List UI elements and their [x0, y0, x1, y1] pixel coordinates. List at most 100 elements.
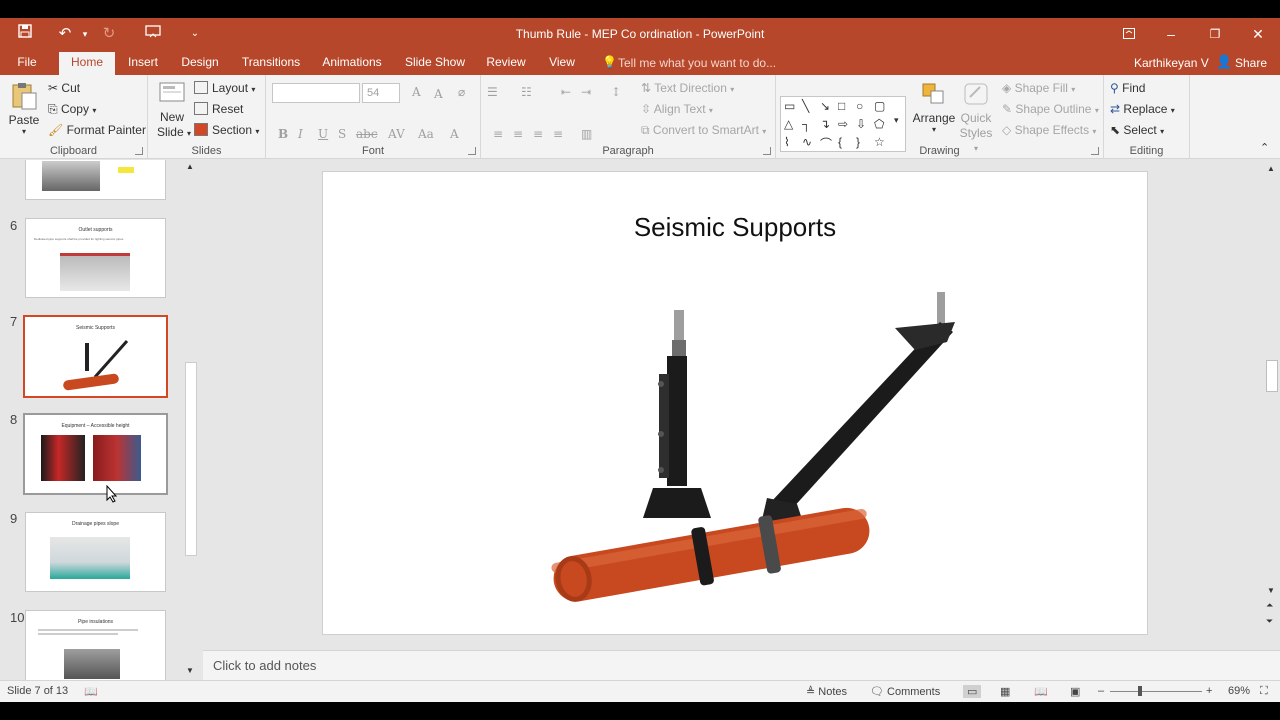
tab-insert[interactable]: Insert — [122, 54, 164, 75]
scroll-down-icon[interactable]: ▼ — [186, 666, 194, 675]
slide-thumbnail-selected[interactable]: Seismic Supports — [23, 315, 168, 398]
close-icon[interactable]: ✕ — [1243, 24, 1273, 44]
slide-thumbnail[interactable]: Equipment – Accessible height — [23, 413, 168, 495]
clear-formatting-icon[interactable]: ⌀ — [458, 85, 465, 99]
scrollbar-thumb[interactable] — [1266, 360, 1278, 392]
dialog-launcher-icon[interactable] — [1091, 147, 1099, 155]
pentagon-shape-icon[interactable]: ⬠ — [874, 117, 884, 131]
notes-pane[interactable]: Click to add notes — [203, 650, 1280, 680]
tab-slide-show[interactable]: Slide Show — [400, 54, 470, 75]
align-center-icon[interactable]: ≡ — [513, 127, 523, 141]
bold-icon[interactable]: B — [278, 127, 288, 141]
gallery-more-icon[interactable]: ▾ — [894, 115, 899, 126]
select-button[interactable]: ⬉ Select ▾ — [1110, 123, 1164, 137]
justify-icon[interactable]: ≡ — [553, 127, 563, 141]
textbox-shape-icon[interactable]: ▭ — [784, 99, 795, 113]
paste-button[interactable]: Paste ▾ — [6, 79, 42, 141]
section-button[interactable]: Section ▾ — [194, 123, 259, 137]
grow-font-icon[interactable]: A — [412, 85, 421, 99]
shrink-font-icon[interactable]: A — [434, 87, 443, 101]
reading-view-icon[interactable]: 📖 — [1034, 685, 1048, 698]
replace-button[interactable]: ⇄ Replace ▾ — [1110, 102, 1175, 116]
new-slide-button[interactable]: New Slide ▾ — [154, 79, 191, 145]
format-painter-button[interactable]: 🖌 Format Painter — [48, 123, 146, 137]
italic-icon[interactable]: I — [298, 127, 303, 141]
find-button[interactable]: ⚲ Find — [1110, 81, 1145, 95]
tell-me-box[interactable]: Tell me what you want to do... — [618, 56, 776, 70]
spell-check-icon[interactable]: 📖 — [84, 685, 98, 698]
zoom-slider-thumb[interactable] — [1138, 686, 1142, 696]
shapes-gallery[interactable]: ▭ ╲ ↘ □ ○ ▢ △ ┐ ↴ ⇨ ⇩ ⬠ ⌇ ∿ ⌒ { } ☆ ▾ — [780, 96, 906, 152]
scroll-up-icon[interactable]: ▲ — [1267, 164, 1275, 173]
notes-button[interactable]: ≜ Notes — [806, 685, 847, 698]
normal-view-icon[interactable]: ▭ — [963, 685, 982, 698]
slide-thumbnail[interactable]: Pipe insulations — [25, 610, 166, 680]
copy-button[interactable]: ⎘ Copy ▾ — [48, 102, 96, 117]
slide-thumbnail[interactable]: Drainage pipes slope — [25, 512, 166, 592]
layout-button[interactable]: Layout ▾ — [194, 81, 255, 95]
ribbon-display-icon[interactable] — [1114, 24, 1144, 44]
numbering-icon[interactable]: ☷ — [521, 85, 532, 99]
scroll-up-icon[interactable]: ▲ — [186, 162, 194, 171]
rounded-rect-shape-icon[interactable]: ▢ — [874, 99, 885, 113]
tab-transitions[interactable]: Transitions — [238, 54, 304, 75]
previous-slide-icon[interactable]: ⏶ — [1266, 600, 1273, 611]
zoom-level[interactable]: 69% — [1228, 685, 1250, 697]
line-spacing-icon[interactable]: ↕ — [611, 85, 621, 99]
down-arrow-shape-icon[interactable]: ⇩ — [856, 117, 866, 131]
increase-indent-icon[interactable]: ⇥ — [581, 85, 591, 99]
seismic-support-image[interactable] — [535, 288, 965, 608]
change-case-icon[interactable]: Aa — [418, 127, 434, 141]
shadow-icon[interactable]: S — [338, 127, 346, 141]
arrow-shape-icon[interactable]: ↘ — [820, 99, 830, 113]
slideshow-view-icon[interactable]: ▣ — [1070, 685, 1080, 698]
minimize-icon[interactable]: – — [1156, 24, 1186, 44]
convert-smartart-button[interactable]: ⧉ Convert to SmartArt ▾ — [641, 123, 766, 138]
rectangle-shape-icon[interactable]: □ — [838, 99, 845, 113]
next-slide-icon[interactable]: ⏷ — [1266, 616, 1273, 627]
tab-file[interactable]: File — [10, 54, 44, 75]
tab-animations[interactable]: Animations — [318, 54, 386, 75]
bullets-icon[interactable]: ☰ — [487, 85, 498, 99]
tab-home[interactable]: Home — [59, 52, 115, 75]
elbow-connector-icon[interactable]: ┐ — [802, 117, 811, 131]
scroll-down-icon[interactable]: ▼ — [1267, 586, 1275, 595]
right-arrow-shape-icon[interactable]: ⇨ — [838, 117, 848, 131]
quick-styles-button[interactable]: Quick Styles ▾ — [956, 79, 996, 153]
tab-review[interactable]: Review — [482, 54, 530, 75]
restore-icon[interactable]: ❐ — [1200, 24, 1230, 44]
slide-sorter-icon[interactable]: ▦ — [1000, 685, 1010, 698]
slide-scrollbar[interactable]: ▲ ▼ ⏶ ⏷ — [1264, 160, 1280, 650]
strikethrough-icon[interactable]: abc — [356, 127, 378, 141]
tab-design[interactable]: Design — [178, 54, 222, 75]
zoom-in-icon[interactable]: + — [1206, 685, 1212, 697]
font-size-combo[interactable]: 54 — [362, 83, 400, 103]
share-button[interactable]: Share — [1235, 56, 1267, 70]
font-name-combo[interactable] — [272, 83, 360, 103]
slide-thumbnail[interactable]: Outlet supports Dedicated pipe supports … — [25, 218, 166, 298]
thumbnails-scrollbar[interactable]: ▲ ▼ — [183, 160, 199, 680]
oval-shape-icon[interactable]: ○ — [856, 99, 863, 113]
slide-canvas[interactable]: Seismic Supports — [322, 171, 1148, 635]
shape-fill-button[interactable]: ◈ Shape Fill ▾ — [1002, 81, 1075, 95]
cut-button[interactable]: ✂ Cut — [48, 81, 80, 95]
character-spacing-icon[interactable]: AV — [388, 127, 405, 141]
underline-icon[interactable]: U — [318, 127, 328, 141]
line-shape-icon[interactable]: ╲ — [802, 99, 809, 113]
reset-button[interactable]: Reset — [194, 102, 243, 116]
scrollbar-thumb[interactable] — [185, 362, 197, 556]
text-direction-button[interactable]: ⇅ Text Direction ▾ — [641, 81, 734, 95]
slide-thumbnail[interactable] — [25, 160, 166, 200]
columns-icon[interactable]: ▥ — [581, 127, 592, 141]
shape-effects-button[interactable]: ◇ Shape Effects ▾ — [1002, 123, 1096, 137]
dialog-launcher-icon[interactable] — [763, 147, 771, 155]
shape-outline-button[interactable]: ✎ Shape Outline ▾ — [1002, 102, 1099, 116]
align-text-button[interactable]: ⇳ Align Text ▾ — [641, 102, 713, 116]
tab-view[interactable]: View — [544, 54, 580, 75]
align-left-icon[interactable]: ≡ — [493, 127, 503, 141]
notes-placeholder[interactable]: Click to add notes — [213, 658, 316, 673]
align-right-icon[interactable]: ≡ — [533, 127, 543, 141]
slide-title[interactable]: Seismic Supports — [323, 212, 1147, 243]
user-name[interactable]: Karthikeyan V — [1134, 56, 1209, 70]
comments-button[interactable]: 🗨 Comments — [870, 685, 940, 698]
